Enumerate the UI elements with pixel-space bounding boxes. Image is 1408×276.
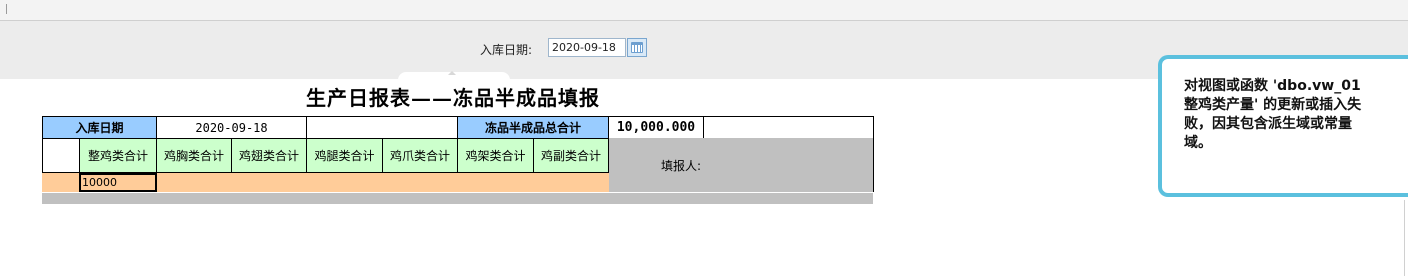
toolbar-divider	[6, 4, 7, 14]
empty-cell	[306, 116, 458, 139]
filter-date-label: 入库日期:	[480, 43, 533, 57]
date-value-cell[interactable]: 2020-09-18	[156, 116, 307, 139]
date-header-cell: 入库日期	[42, 116, 157, 139]
filter-date-input[interactable]: 2020-09-18	[548, 38, 626, 57]
error-message: 对视图或函数 'dbo.vw_01整鸡类产量' 的更新或插入失败，因其包含派生域…	[1184, 78, 1362, 151]
column-header-breast: 鸡胸类合计	[156, 138, 232, 173]
column-header-feet: 鸡爪类合计	[382, 138, 458, 173]
report-title: 生产日报表——冻品半成品填报	[306, 86, 600, 110]
error-tooltip: 对视图或函数 'dbo.vw_01整鸡类产量' 的更新或插入失败，因其包含派生域…	[1158, 55, 1408, 197]
horizontal-scrollbar[interactable]	[42, 193, 873, 204]
column-header-frame: 鸡架类合计	[457, 138, 534, 173]
filler-cell: 填报人:	[608, 138, 874, 192]
column-header-leg: 鸡腿类合计	[306, 138, 383, 173]
column-header-byproduct: 鸡副类合计	[533, 138, 609, 173]
total-header-cell: 冻品半成品总合计	[457, 116, 609, 139]
whole-chicken-input[interactable]: 10000	[79, 173, 157, 192]
total-value-cell[interactable]: 10,000.000	[608, 116, 704, 139]
empty-cell	[703, 116, 874, 139]
row-header-cell	[42, 138, 80, 173]
column-header-whole-chicken: 整鸡类合计	[79, 138, 157, 173]
filler-label: 填报人:	[661, 158, 702, 173]
column-header-wing: 鸡翅类合计	[231, 138, 307, 173]
panel-divider	[1404, 200, 1405, 276]
top-toolbar	[0, 0, 1408, 21]
collapse-handle[interactable]	[398, 71, 510, 80]
calendar-icon[interactable]	[627, 38, 647, 57]
